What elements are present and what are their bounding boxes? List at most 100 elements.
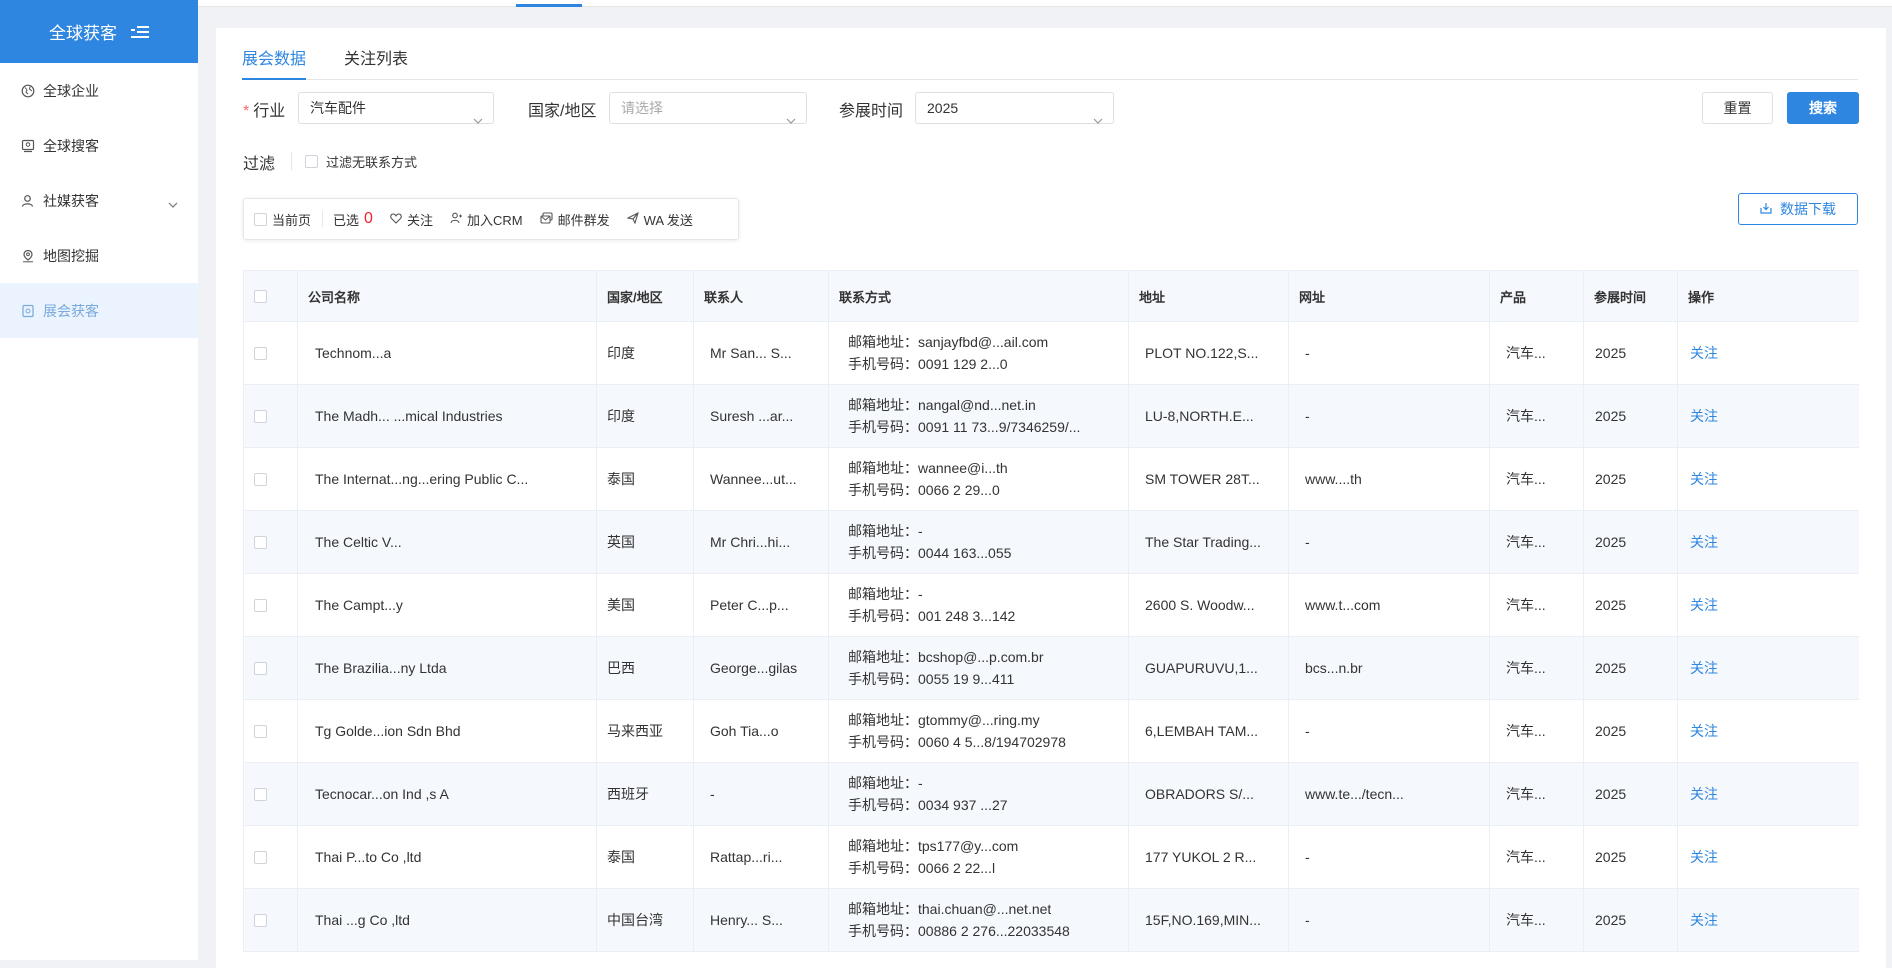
company-cell: Tg Golde...ion Sdn Bhd [298,700,597,762]
address-value: 177 YUKOL 2 R... [1145,849,1257,865]
action-cell: 关注 [1678,889,1859,951]
address-cell: GUAPURUVU,1... [1129,637,1289,699]
chevron-down-icon [786,104,796,134]
email-line: 邮箱地址：- [848,583,923,605]
phone-line: 手机号码：0055 19 9...411 [848,668,1014,690]
bulk-action-toolbar: 当前页 已选 0 关注 加入CRM 邮件群发 WA 发送 [243,198,739,240]
follow-link[interactable]: 关注 [1690,595,1718,615]
contact-info-cell: 邮箱地址：bcshop@...p.com.br 手机号码：0055 19 9...… [829,637,1129,699]
selected-label: 已选 [333,212,360,228]
sidebar-item-global-search[interactable]: 全球搜客 [0,118,198,173]
current-page-checkbox[interactable]: 当前页 [254,210,311,229]
row-checkbox[interactable] [254,787,267,801]
email-value: gtommy@...ring.my [918,712,1040,728]
phone-prefix: 手机号码： [848,734,918,750]
collapse-menu-icon[interactable] [131,25,149,39]
table-row: The Internat...ng...ering Public C... 泰国 W… [244,448,1859,511]
website-cell: - [1289,511,1490,573]
chevron-down-icon [168,195,178,211]
row-checkbox[interactable] [254,472,267,486]
sidebar-item-global-companies[interactable]: 全球企业 [0,63,198,118]
email-line: 邮箱地址：sanjayfbd@...ail.com [848,331,1048,353]
top-bar [198,0,1892,7]
follow-link[interactable]: 关注 [1690,343,1718,363]
row-select-cell [244,763,298,825]
sidebar-item-map-mining[interactable]: 地图挖掘 [0,228,198,283]
exhibit-year: 2025 [1595,345,1627,361]
email-prefix: 邮箱地址： [848,838,918,854]
row-checkbox[interactable] [254,535,267,549]
send-icon [625,211,639,227]
contact-info-cell: 邮箱地址：- 手机号码：001 248 3...142 [829,574,1129,636]
reset-button[interactable]: 重置 [1702,92,1773,124]
exhibit-time-cell: 2025 [1584,700,1678,762]
follow-link[interactable]: 关注 [1690,721,1718,741]
country-select[interactable]: 请选择 [609,92,807,124]
mass-email-label: 邮件群发 [557,212,610,228]
tab-bar: 展会数据 关注列表 [242,50,1858,80]
follow-link[interactable]: 关注 [1690,532,1718,552]
mass-email-button[interactable]: 邮件群发 [540,210,610,229]
row-checkbox[interactable] [254,346,267,360]
exhibit-time-cell: 2025 [1584,322,1678,384]
product-value: 汽车... [1506,723,1546,739]
follow-link[interactable]: 关注 [1690,658,1718,678]
main-panel: 展会数据 关注列表 * 行业 汽车配件 国家/地区 请选择 参展时间 2025 重… [216,28,1886,968]
sidebar-item-label: 全球搜客 [43,137,99,154]
row-checkbox[interactable] [254,661,267,675]
add-crm-button[interactable]: 加入CRM [450,210,523,229]
checkbox[interactable] [254,212,267,226]
wa-send-button[interactable]: WA 发送 [625,210,693,229]
tab-exhibition-data[interactable]: 展会数据 [242,50,307,80]
table-row: The Madh... ...mical Industries 印度 Suresh … [244,385,1859,448]
col-action: 操作 [1688,289,1715,305]
select-all-cell [244,271,298,321]
follow-link[interactable]: 关注 [1690,406,1718,426]
exhibit-time-cell: 2025 [1584,889,1678,951]
follow-bulk-button[interactable]: 关注 [390,210,433,229]
download-button[interactable]: 数据下载 [1738,193,1858,225]
company-name: The Campt...y [315,597,403,613]
product-cell: 汽车... [1490,826,1584,888]
follow-label: 关注 [406,212,433,228]
phone-line: 手机号码：0034 937 ...27 [848,794,1008,816]
user-icon [21,194,35,208]
action-cell: 关注 [1678,637,1859,699]
sidebar-brand: 全球获客 [0,0,198,63]
checkbox[interactable] [305,155,318,168]
row-checkbox[interactable] [254,409,267,423]
website-value: - [1305,849,1310,865]
row-checkbox[interactable] [254,598,267,612]
product-cell: 汽车... [1490,763,1584,825]
contact-cell: - [694,763,829,825]
row-checkbox[interactable] [254,913,267,927]
follow-link[interactable]: 关注 [1690,469,1718,489]
country-cell: 泰国 [597,448,694,510]
follow-link[interactable]: 关注 [1690,847,1718,867]
address-cell: SM TOWER 28T... [1129,448,1289,510]
map-pin-icon [21,249,35,263]
website-cell: www....th [1289,448,1490,510]
phone-value: 001 248 3...142 [918,608,1016,624]
exhibit-year: 2025 [1595,723,1627,739]
exhibit-time-select[interactable]: 2025 [915,92,1114,124]
website-value: www....th [1305,471,1362,487]
select-all-checkbox[interactable] [254,289,267,303]
sidebar-item-exhibition[interactable]: 展会获客 [0,283,198,338]
company-name: The Brazilia...ny Ltda [315,660,447,676]
row-checkbox[interactable] [254,724,267,738]
country-cell: 马来西亚 [597,700,694,762]
col-exhibit-time: 参展时间 [1584,271,1678,321]
sidebar-item-social-media[interactable]: 社媒获客 [0,173,198,228]
phone-prefix: 手机号码： [848,482,918,498]
industry-select[interactable]: 汽车配件 [298,92,494,124]
tab-follow-list[interactable]: 关注列表 [344,50,408,80]
row-checkbox[interactable] [254,850,267,864]
filter-no-contact-checkbox[interactable]: 过滤无联系方式 [305,152,417,171]
follow-link[interactable]: 关注 [1690,784,1718,804]
email-value: sanjayfbd@...ail.com [918,334,1049,350]
follow-link[interactable]: 关注 [1690,910,1718,930]
search-button[interactable]: 搜索 [1787,92,1859,124]
email-prefix: 邮箱地址： [848,649,918,665]
email-line: 邮箱地址：- [848,772,923,794]
